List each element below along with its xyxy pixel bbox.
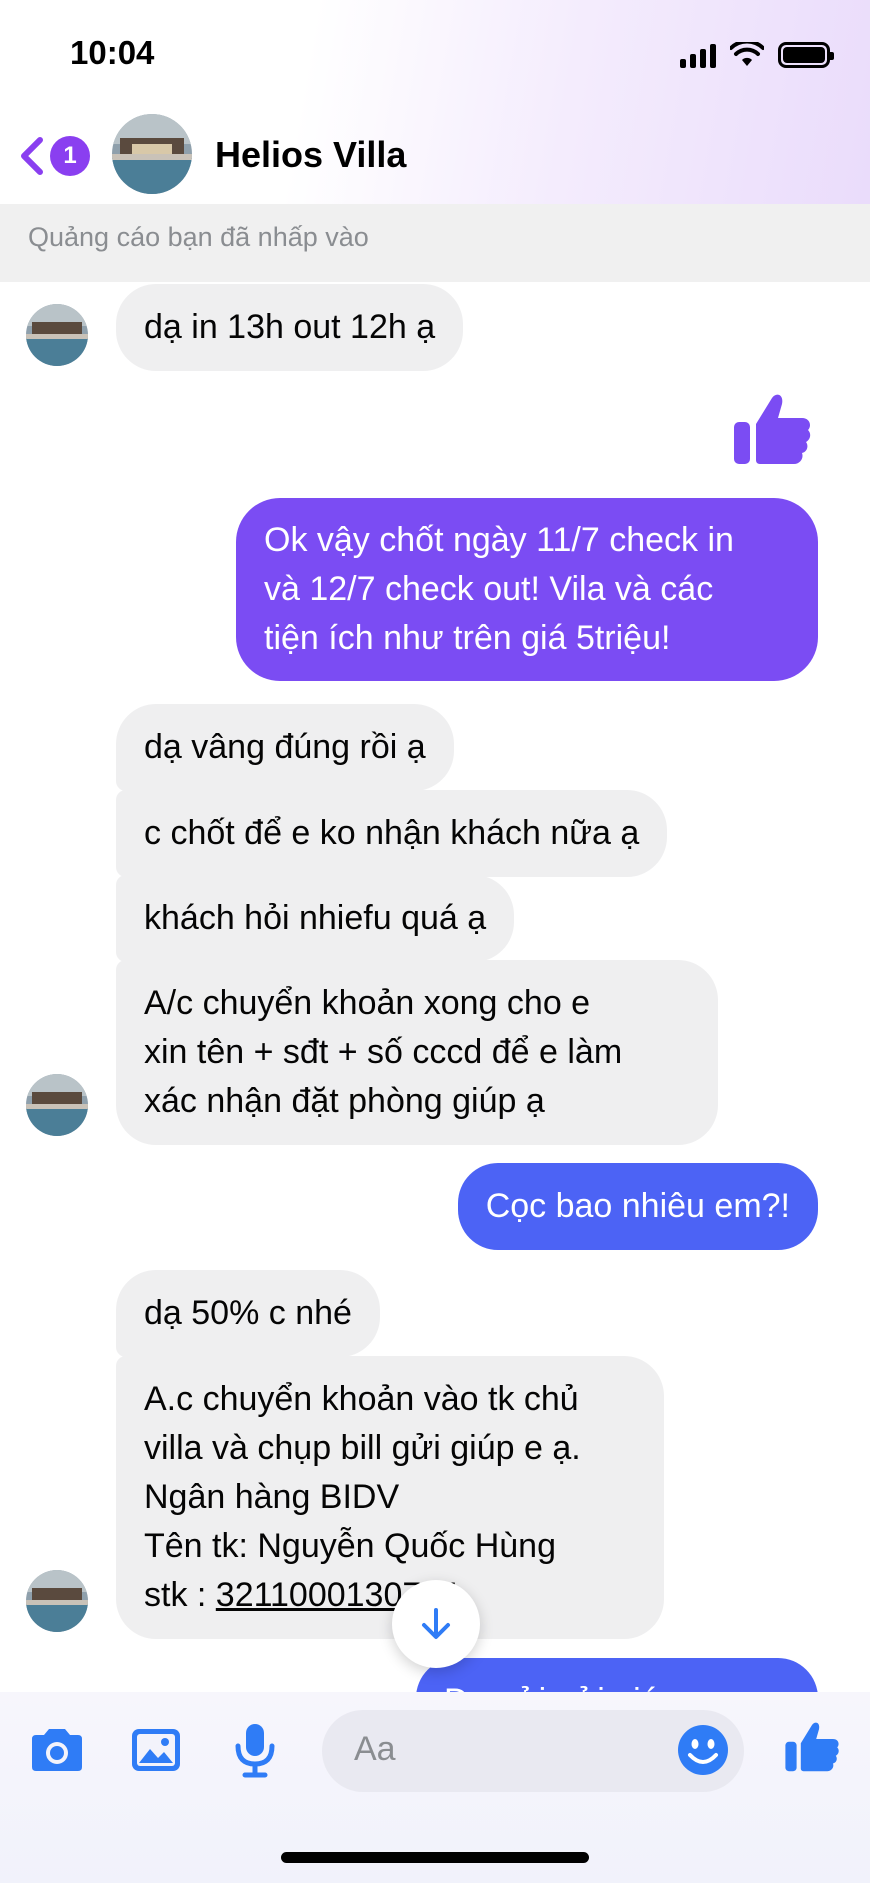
message-bubble-outgoing[interactable]: Dạ gửi gửi giúp e... xyxy=(416,1658,818,1692)
message-bubble-incoming[interactable]: A.c chuyển khoản vào tk chủ villa và chụ… xyxy=(116,1356,664,1639)
thumbs-up-icon xyxy=(785,1722,839,1772)
status-time: 10:04 xyxy=(70,34,155,71)
microphone-icon xyxy=(235,1724,275,1778)
contact-name[interactable]: Helios Villa xyxy=(215,134,406,176)
cellular-signal-icon xyxy=(680,42,716,68)
wifi-icon xyxy=(730,42,764,66)
scroll-to-bottom-button[interactable] xyxy=(392,1580,480,1668)
message-bubble-incoming[interactable]: c chốt để e ko nhận khách nữa ạ xyxy=(116,790,668,877)
sender-avatar xyxy=(26,1570,88,1632)
message-bubble-incoming[interactable]: dạ 50% c nhé xyxy=(116,1270,380,1357)
camera-icon xyxy=(32,1729,82,1771)
message-bubble-incoming[interactable]: khách hỏi nhiefu quá ạ xyxy=(116,875,515,962)
ad-clicked-banner: Quảng cáo bạn đã nhấp vào xyxy=(0,204,870,282)
sender-avatar xyxy=(26,304,88,366)
gallery-button[interactable] xyxy=(126,1720,186,1780)
voice-message-button[interactable] xyxy=(225,1720,285,1780)
status-icons xyxy=(680,40,834,70)
unread-badge: 1 xyxy=(50,136,90,176)
emoji-icon[interactable] xyxy=(676,1723,730,1777)
home-indicator[interactable] xyxy=(281,1852,589,1863)
chevron-left-icon xyxy=(21,137,43,175)
image-icon xyxy=(132,1729,180,1771)
message-bubble-incoming[interactable]: dạ vâng đúng rồi ạ xyxy=(116,704,454,791)
send-like-button[interactable] xyxy=(782,1716,842,1776)
message-bubble-outgoing[interactable]: Cọc bao nhiêu em?! xyxy=(457,1163,818,1250)
battery-icon xyxy=(778,42,834,68)
message-list[interactable]: dạ in 13h out 12h ạ Ok vậy chốt ngày 11/… xyxy=(0,282,870,1692)
conversation-header: 10:04 1 Helios Villa xyxy=(0,0,870,204)
back-button[interactable]: 1 xyxy=(18,132,98,180)
sender-avatar xyxy=(26,1074,88,1136)
contact-avatar[interactable] xyxy=(112,114,192,194)
camera-button[interactable] xyxy=(27,1720,87,1780)
message-bubble-incoming[interactable]: dạ in 13h out 12h ạ xyxy=(116,284,464,371)
arrow-down-icon xyxy=(422,1608,450,1639)
message-bubble-outgoing[interactable]: Ok vậy chốt ngày 11/7 check in và 12/7 c… xyxy=(236,498,818,681)
message-input[interactable]: Aa xyxy=(322,1710,744,1792)
message-bubble-incoming[interactable]: A/c chuyển khoản xong cho e xin tên + sđ… xyxy=(116,960,718,1145)
thumbs-up-icon[interactable] xyxy=(732,388,812,468)
